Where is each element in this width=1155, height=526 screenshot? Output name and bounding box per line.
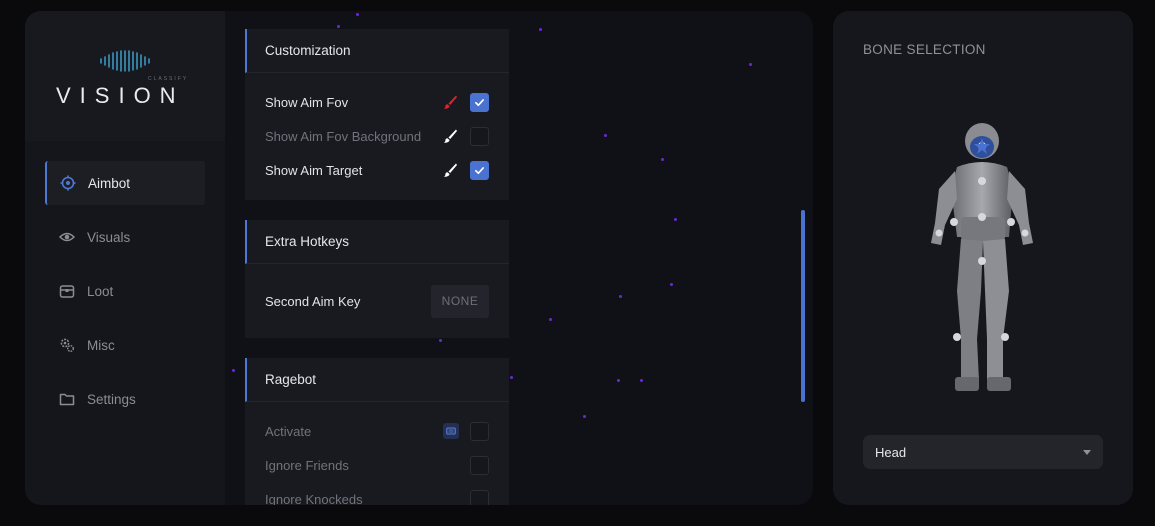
keybind-icon[interactable]	[443, 423, 459, 439]
sidebar: CLASSIFY VISION Aimbot Visuals Loot Misc…	[25, 11, 225, 505]
nav-item-misc[interactable]: Misc	[45, 323, 205, 367]
color-brush-icon[interactable]	[442, 128, 458, 144]
folder-icon	[59, 393, 75, 406]
soldier-model-image	[931, 123, 1033, 391]
gears-icon	[60, 338, 74, 352]
particle-dot	[439, 339, 442, 342]
option-label: Ignore Friends	[265, 457, 349, 473]
show-aim-fov-background-checkbox[interactable]	[470, 126, 489, 146]
second-aim-key-button[interactable]: NONE	[431, 284, 489, 318]
ignore-friends-checkbox[interactable]	[470, 455, 489, 475]
option-label: Show Aim Fov Background	[265, 128, 422, 144]
particle-dot	[661, 158, 664, 161]
particle-dot	[617, 379, 620, 382]
particle-dot	[640, 379, 643, 382]
show-aim-fov-checkbox[interactable]	[470, 92, 489, 112]
option-activate: Activate	[265, 421, 489, 441]
select-value: Head	[875, 444, 907, 460]
customization-card: Customization Show Aim Fov Show Aim Fov …	[245, 29, 509, 200]
particle-dot	[670, 283, 673, 286]
option-label: Show Aim Target	[265, 162, 363, 178]
extra-hotkeys-card: Extra Hotkeys Second Aim Key NONE	[245, 220, 509, 338]
logo-wave-icon	[100, 50, 150, 72]
particle-dot	[549, 318, 552, 321]
option-ignore-friends: Ignore Friends	[265, 455, 489, 475]
option-second-aim-key: Second Aim Key NONE	[265, 284, 489, 318]
nav-item-visuals[interactable]: Visuals	[45, 215, 205, 259]
option-ignore-knockeds: Ignore Knockeds	[265, 489, 489, 505]
chevron-down-icon	[1083, 450, 1091, 455]
card-title: Customization	[245, 29, 509, 73]
particle-dot	[619, 295, 622, 298]
particle-dot	[510, 376, 513, 379]
nav-item-loot[interactable]: Loot	[45, 269, 205, 313]
eye-icon	[59, 232, 75, 242]
card-title: Extra Hotkeys	[245, 220, 509, 264]
particle-dot	[604, 134, 607, 137]
nav-item-settings[interactable]: Settings	[45, 377, 205, 421]
particle-dot	[232, 369, 235, 372]
ragebot-card: Ragebot Activate Ignore Friends Ignore K…	[245, 358, 509, 505]
ignore-knockeds-checkbox[interactable]	[470, 489, 489, 505]
particle-dot	[583, 415, 586, 418]
nav-item-aimbot[interactable]: Aimbot	[45, 161, 205, 205]
color-brush-icon[interactable]	[442, 94, 458, 110]
bone-select-dropdown[interactable]: Head	[863, 435, 1103, 469]
option-label: Second Aim Key	[265, 293, 361, 309]
color-brush-icon[interactable]	[442, 162, 458, 178]
option-show-aim-target: Show Aim Target	[265, 160, 489, 180]
option-show-aim-fov-background: Show Aim Fov Background	[265, 126, 489, 146]
card-title: Ragebot	[245, 358, 509, 402]
main-window: CLASSIFY VISION Aimbot Visuals Loot Misc…	[25, 11, 813, 505]
check-icon	[475, 98, 484, 106]
panel-title: BONE SELECTION	[863, 42, 986, 57]
activate-checkbox[interactable]	[470, 421, 489, 441]
particle-dot	[674, 218, 677, 221]
particle-dot	[539, 28, 542, 31]
option-label: Ignore Knockeds	[265, 491, 363, 506]
particle-dot	[356, 13, 359, 16]
option-label: Show Aim Fov	[265, 94, 349, 110]
option-show-aim-fov: Show Aim Fov	[265, 92, 489, 112]
nav-label: Visuals	[87, 229, 131, 245]
check-icon	[475, 166, 484, 174]
scrollbar[interactable]	[801, 210, 805, 402]
nav-label: Loot	[87, 283, 114, 299]
nav-label: Misc	[87, 337, 115, 353]
bone-selection-panel: BONE SELECTION Head	[833, 11, 1133, 505]
show-aim-target-checkbox[interactable]	[470, 160, 489, 180]
nav-label: Aimbot	[88, 175, 131, 191]
crosshair-icon	[60, 175, 76, 191]
option-label: Activate	[265, 423, 312, 439]
logo: CLASSIFY VISION	[25, 11, 225, 141]
particle-dot	[337, 25, 340, 28]
logo-subtitle: CLASSIFY	[148, 76, 189, 82]
particle-dot	[749, 63, 752, 66]
logo-wordmark: VISION	[56, 83, 185, 108]
chest-icon	[59, 285, 75, 298]
nav-label: Settings	[87, 391, 136, 407]
